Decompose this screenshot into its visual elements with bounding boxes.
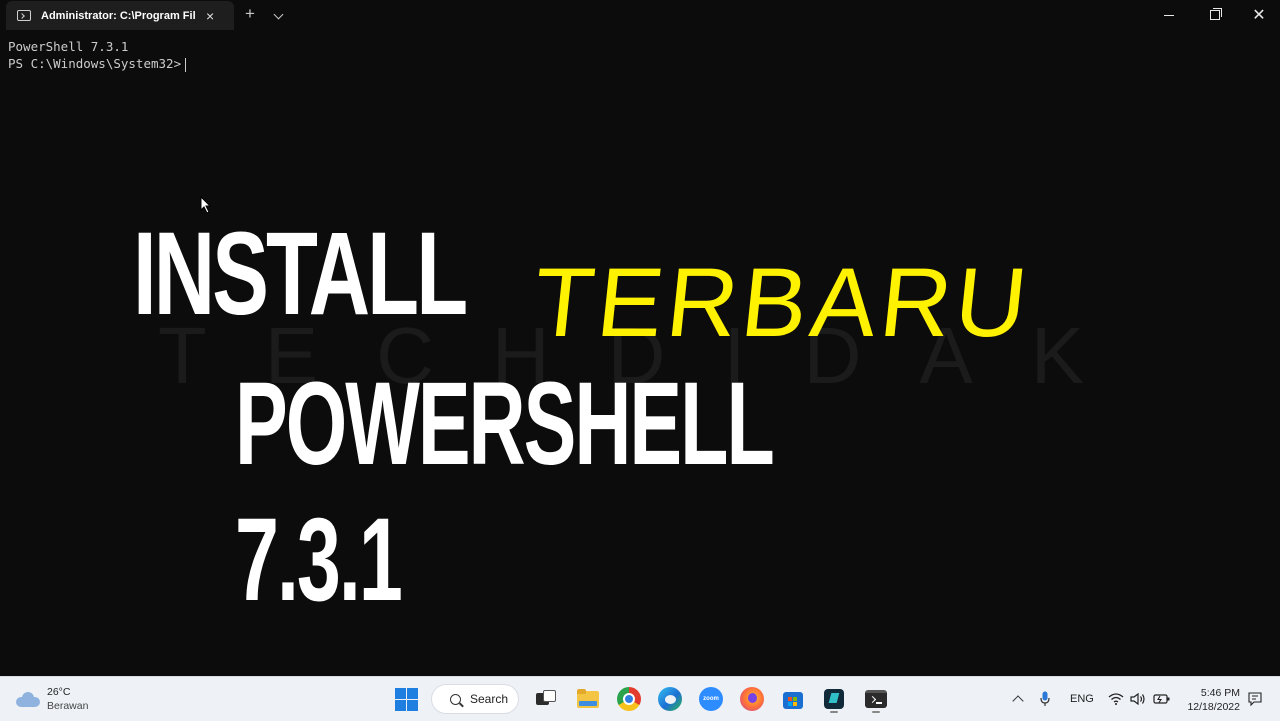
close-window-button[interactable]: ✕ [1236,0,1280,30]
chrome-icon[interactable] [617,687,641,711]
file-explorer-icon[interactable] [576,687,600,711]
terbaru-heading: TERBARU [528,247,1037,357]
minimize-icon [1164,14,1174,16]
language-indicator[interactable]: ENG [1070,677,1094,721]
console-output[interactable]: PowerShell 7.3.1 PS C:\Windows\System32> [8,38,187,72]
clock-time: 5:46 PM [1200,687,1240,699]
show-hidden-icons-button[interactable] [1012,677,1024,721]
terminal-tab-icon [17,10,31,21]
tab-title: Administrator: C:\Program Files [41,9,196,22]
text-cursor [185,57,187,72]
search-label: Search [470,692,509,706]
firefox-icon[interactable] [740,687,764,711]
microphone-button[interactable] [1040,677,1050,721]
volume-icon [1130,693,1145,705]
start-button[interactable] [394,687,418,711]
task-view-icon[interactable] [533,687,557,711]
minimize-button[interactable] [1146,0,1192,30]
install-heading: INSTALL [133,208,468,340]
zoom-label: zoom [703,696,719,702]
console-line-version: PowerShell 7.3.1 [8,39,129,54]
title-bar: Administrator: C:\Program Files × + ✕ [0,0,1280,30]
taskbar: 26°C Berawan Search zoom ENG 5:46 PM 12/… [0,676,1280,721]
zoom-icon[interactable]: zoom [699,687,723,711]
restore-icon [1210,8,1222,20]
chevron-up-icon [1012,695,1024,707]
windows-logo-tile [407,688,418,699]
clock-button[interactable]: 5:46 PM 12/18/2022 [1186,686,1240,714]
wifi-icon [1108,693,1124,705]
editor-icon[interactable] [822,687,846,713]
close-icon: ✕ [1252,7,1266,24]
volume-button[interactable] [1130,677,1146,721]
edge-icon[interactable] [658,687,682,711]
tab-dropdown-chevron-icon[interactable] [273,9,284,20]
search-button[interactable]: Search [431,684,519,714]
tab-administrator[interactable]: Administrator: C:\Program Files × [6,1,234,30]
restore-button[interactable] [1192,0,1238,30]
search-icon [450,693,461,705]
windows-logo-icon [395,688,406,699]
wifi-button[interactable] [1108,677,1124,721]
console-prompt: PS C:\Windows\System32> [8,56,182,71]
clock-date: 12/18/2022 [1187,701,1240,713]
console-prompt-line[interactable]: PS C:\Windows\System32> [8,55,187,72]
new-tab-button[interactable]: + [245,4,255,24]
store-icon[interactable] [781,687,805,711]
weather-temperature: 26°C [47,686,71,698]
microphone-icon [1040,691,1050,706]
tab-close-button[interactable]: × [206,8,214,24]
battery-charging-icon [1153,694,1170,704]
windows-logo-tile [395,700,406,711]
terminal-icon[interactable] [864,687,888,713]
weather-widget[interactable]: 26°C Berawan [16,685,88,713]
battery-button[interactable] [1153,677,1171,721]
notifications-button[interactable] [1248,677,1262,721]
cloud-icon [16,692,40,707]
notification-icon [1248,692,1262,706]
windows-logo-tile [407,700,418,711]
weather-description: Berawan [47,700,89,712]
powershell-heading: POWERSHELL 7.3.1 [235,358,773,626]
